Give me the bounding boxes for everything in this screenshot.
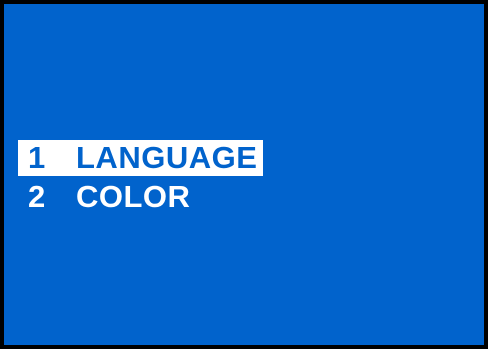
menu-item-number: 2 xyxy=(28,179,46,214)
osd-menu: 1 LANGUAGE 2 COLOR xyxy=(18,140,264,218)
menu-item-label: LANGUAGE xyxy=(76,140,258,175)
menu-item-color[interactable]: 2 COLOR xyxy=(18,179,263,215)
menu-item-language[interactable]: 1 LANGUAGE xyxy=(18,140,264,176)
osd-screen: 1 LANGUAGE 2 COLOR xyxy=(0,0,488,349)
menu-item-label: COLOR xyxy=(76,179,191,214)
menu-item-number: 1 xyxy=(28,140,46,175)
